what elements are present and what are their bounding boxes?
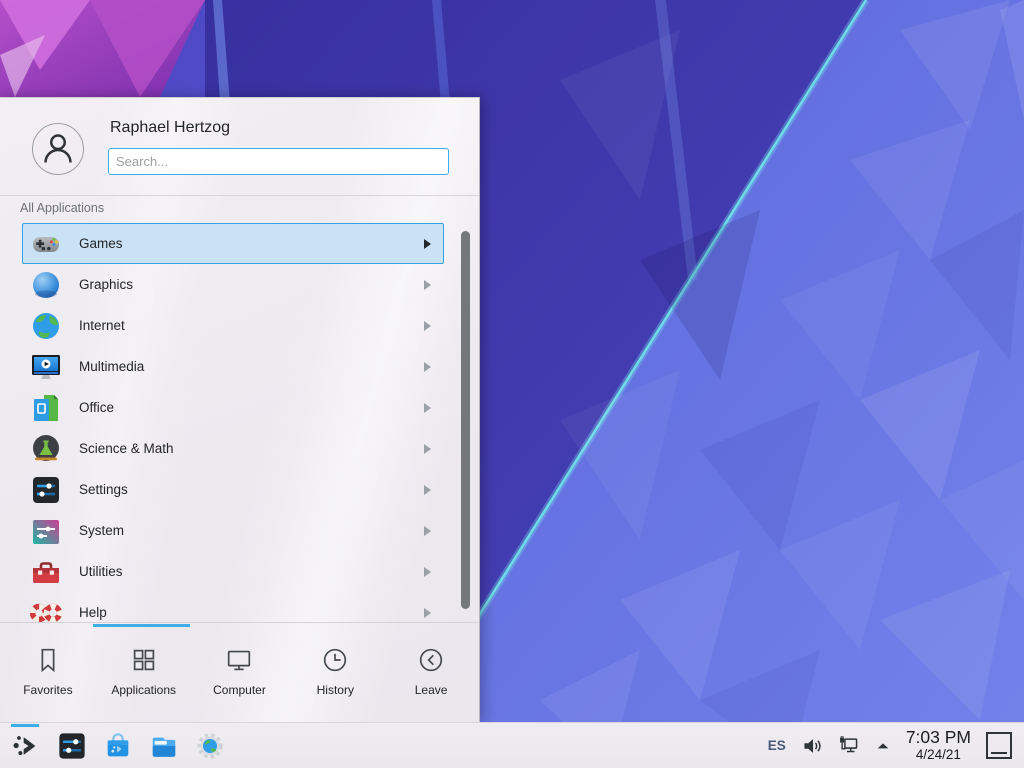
taskbar-launchers	[0, 730, 226, 762]
digital-clock[interactable]: 7:03 PM 4/24/21	[906, 728, 971, 762]
file-manager-button[interactable]	[148, 730, 180, 762]
menu-item-label: Graphics	[79, 277, 424, 292]
menu-item-games[interactable]: Games	[22, 223, 444, 264]
documents-icon	[30, 392, 62, 424]
launcher-header: Raphael Hertzog	[0, 98, 479, 196]
tab-label: History	[317, 683, 354, 697]
menu-item-label: System	[79, 523, 424, 538]
settings-sliders-icon	[57, 731, 87, 761]
section-label: All Applications	[20, 201, 104, 215]
active-task-indicator	[11, 724, 39, 727]
menu-item-help[interactable]: Help	[22, 592, 444, 622]
monitor-icon	[224, 645, 254, 675]
menu-item-label: Internet	[79, 318, 424, 333]
clock-date: 4/24/21	[906, 748, 971, 763]
menu-item-graphics[interactable]: Graphics	[22, 264, 444, 305]
user-name: Raphael Hertzog	[110, 119, 230, 137]
tab-label: Applications	[111, 683, 176, 697]
toolbox-icon	[30, 556, 62, 588]
discover-button[interactable]	[102, 730, 134, 762]
menu-item-label: Utilities	[79, 564, 424, 579]
folder-icon	[149, 731, 179, 761]
active-tab-indicator	[93, 624, 190, 627]
network-icon[interactable]	[838, 735, 860, 757]
launcher-tab-bar: Favorites Applications Computer	[0, 629, 479, 723]
globe-icon	[30, 310, 62, 342]
system-settings-button[interactable]	[56, 730, 88, 762]
menu-item-label: Multimedia	[79, 359, 424, 374]
show-desktop-button[interactable]	[986, 732, 1012, 759]
menu-item-label: Games	[79, 236, 424, 251]
submenu-arrow-icon	[424, 321, 431, 331]
submenu-arrow-icon	[424, 526, 431, 536]
gamepad-icon	[30, 228, 62, 260]
clock-time: 7:03 PM	[906, 728, 971, 747]
flask-icon	[30, 433, 62, 465]
keyboard-layout-indicator[interactable]: ES	[768, 738, 786, 753]
web-browser-button[interactable]	[194, 730, 226, 762]
search-input[interactable]	[108, 148, 449, 175]
tab-label: Computer	[213, 683, 266, 697]
tab-label: Favorites	[23, 683, 72, 697]
tab-applications[interactable]: Applications	[96, 629, 192, 723]
kickoff-icon	[11, 731, 41, 761]
menu-item-internet[interactable]: Internet	[22, 305, 444, 346]
grid-icon	[129, 645, 159, 675]
submenu-arrow-icon	[424, 280, 431, 290]
taskbar-panel: ES 7:03 PM	[0, 722, 1024, 768]
list-scrollbar[interactable]	[461, 231, 470, 609]
globe-gear-icon	[195, 731, 225, 761]
tab-leave[interactable]: Leave	[383, 629, 479, 723]
tabbar-separator	[0, 622, 479, 623]
leave-icon	[416, 645, 446, 675]
shopping-bag-icon	[103, 731, 133, 761]
bookmark-icon	[33, 645, 63, 675]
tab-history[interactable]: History	[287, 629, 383, 723]
menu-item-utilities[interactable]: Utilities	[22, 551, 444, 592]
menu-item-system[interactable]: System	[22, 510, 444, 551]
volume-icon[interactable]	[801, 735, 823, 757]
user-avatar[interactable]	[32, 123, 84, 175]
application-launcher-panel: Raphael Hertzog All Applications	[0, 97, 480, 722]
system-sliders-icon	[30, 515, 62, 547]
menu-item-settings[interactable]: Settings	[22, 469, 444, 510]
tab-favorites[interactable]: Favorites	[0, 629, 96, 723]
tab-computer[interactable]: Computer	[192, 629, 288, 723]
submenu-arrow-icon	[424, 567, 431, 577]
application-category-list: Games Graphics	[0, 223, 456, 622]
menu-item-label: Settings	[79, 482, 424, 497]
expand-tray-caret-icon[interactable]	[875, 738, 891, 754]
user-icon	[33, 123, 83, 175]
tab-label: Leave	[415, 683, 448, 697]
submenu-arrow-icon	[424, 239, 431, 249]
show-desktop-line	[991, 752, 1007, 754]
menu-item-office[interactable]: Office	[22, 387, 444, 428]
sliders-icon	[30, 474, 62, 506]
menu-item-label: Help	[79, 605, 424, 620]
system-tray: ES 7:03 PM	[768, 728, 1024, 762]
menu-item-multimedia[interactable]: Multimedia	[22, 346, 444, 387]
submenu-arrow-icon	[424, 485, 431, 495]
lifebuoy-icon	[30, 597, 62, 623]
submenu-arrow-icon	[424, 608, 431, 618]
menu-item-science-math[interactable]: Science & Math	[22, 428, 444, 469]
application-launcher-button[interactable]	[10, 730, 42, 762]
menu-item-label: Science & Math	[79, 441, 424, 456]
submenu-arrow-icon	[424, 403, 431, 413]
sphere-icon	[30, 269, 62, 301]
submenu-arrow-icon	[424, 444, 431, 454]
menu-item-label: Office	[79, 400, 424, 415]
submenu-arrow-icon	[424, 362, 431, 372]
clock-icon	[320, 645, 350, 675]
media-player-icon	[30, 351, 62, 383]
